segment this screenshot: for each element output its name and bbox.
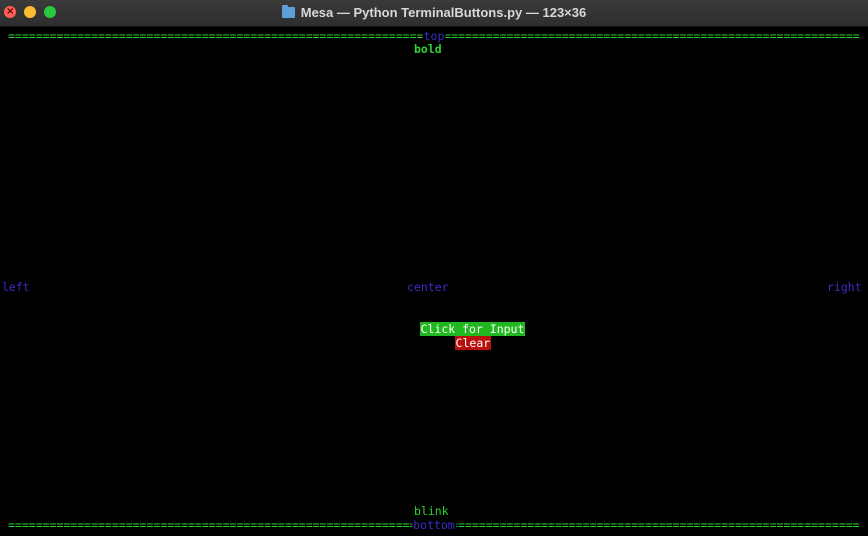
right-text: right	[827, 280, 862, 294]
terminal-window: × Mesa — Python TerminalButtons.py — 123…	[0, 0, 868, 536]
clear-button[interactable]: Clear	[454, 336, 492, 350]
bottom-label: bottom	[412, 518, 456, 532]
terminal-screen[interactable]: ========================================…	[0, 27, 868, 536]
title-bar[interactable]: × Mesa — Python TerminalButtons.py — 123…	[0, 0, 868, 27]
clear-button-row: Clear	[413, 322, 492, 364]
bottom-rule: ========================================…	[8, 518, 860, 532]
bold-text: bold	[414, 42, 442, 56]
window-title: Mesa — Python TerminalButtons.py — 123×3…	[300, 5, 587, 20]
left-text: left	[2, 280, 30, 294]
center-text: center	[407, 280, 449, 294]
top-label: top	[422, 29, 446, 43]
folder-icon	[281, 5, 295, 18]
blink-text: blink	[414, 504, 449, 518]
top-rule: ========================================…	[8, 29, 860, 43]
window-title-area: Mesa — Python TerminalButtons.py — 123×3…	[0, 0, 868, 26]
